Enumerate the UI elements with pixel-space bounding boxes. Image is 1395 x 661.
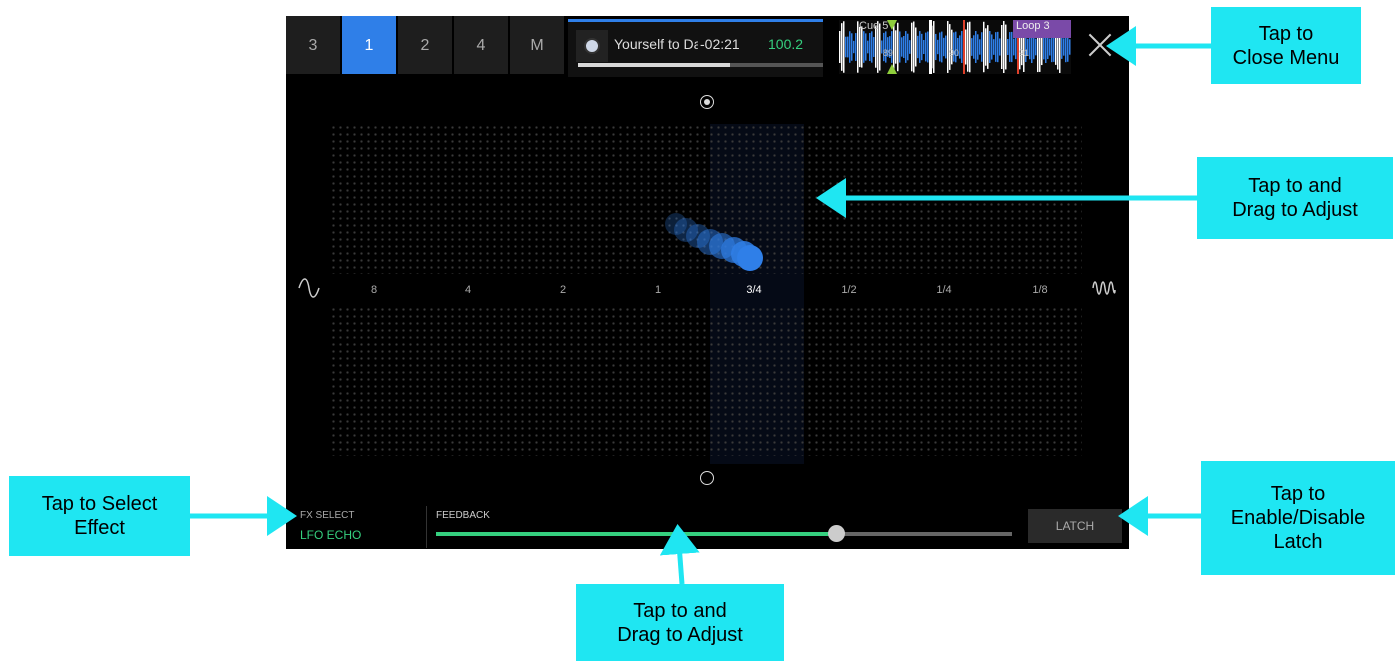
callout-arrows — [190, 26, 1211, 585]
